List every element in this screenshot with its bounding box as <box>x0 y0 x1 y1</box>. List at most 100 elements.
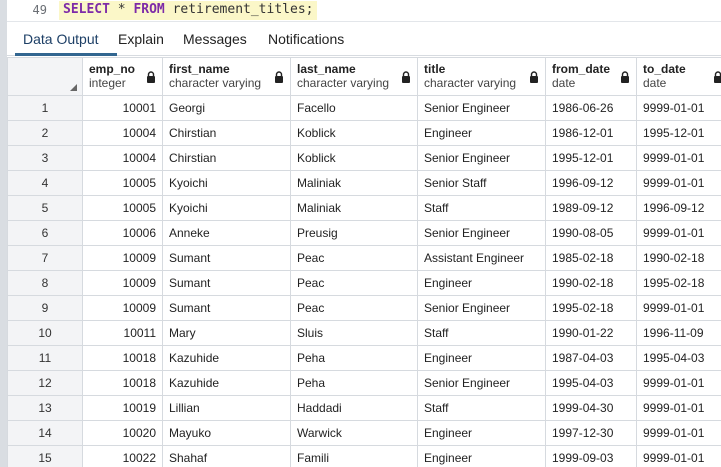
cell-title[interactable]: Senior Engineer <box>417 220 546 246</box>
cell-first-name[interactable]: Chirstian <box>162 120 291 146</box>
cell-first-name[interactable]: Sumant <box>162 295 291 321</box>
row-number[interactable]: 8 <box>7 270 83 296</box>
cell-emp-no[interactable]: 10005 <box>82 170 163 196</box>
table-row[interactable]: 14 10020 Mayuko Warwick Engineer 1997-12-30 99… <box>7 420 721 446</box>
cell-last-name[interactable]: Koblick <box>290 145 418 171</box>
cell-title[interactable]: Senior Engineer <box>417 295 546 321</box>
row-number[interactable]: 11 <box>7 345 83 371</box>
cell-first-name[interactable]: Kyoichi <box>162 195 291 221</box>
cell-from-date[interactable]: 1990-08-05 <box>545 220 637 246</box>
cell-title[interactable]: Engineer <box>417 345 546 371</box>
cell-emp-no[interactable]: 10020 <box>82 420 163 446</box>
cell-title[interactable]: Engineer <box>417 270 546 296</box>
column-header-from-date[interactable]: from_date date <box>545 57 637 96</box>
cell-to-date[interactable]: 1995-02-18 <box>636 270 721 296</box>
column-header-to-date[interactable]: to_date date <box>636 57 721 96</box>
cell-emp-no[interactable]: 10001 <box>82 95 163 121</box>
cell-title[interactable]: Assistant Engineer <box>417 245 546 271</box>
cell-title[interactable]: Engineer <box>417 445 546 467</box>
cell-from-date[interactable]: 1989-09-12 <box>545 195 637 221</box>
cell-last-name[interactable]: Peac <box>290 295 418 321</box>
cell-to-date[interactable]: 1990-02-18 <box>636 245 721 271</box>
row-number[interactable]: 3 <box>7 145 83 171</box>
tab-explain[interactable]: Explain <box>110 31 172 56</box>
cell-last-name[interactable]: Haddadi <box>290 395 418 421</box>
cell-first-name[interactable]: Shahaf <box>162 445 291 467</box>
table-row[interactable]: 7 10009 Sumant Peac Assistant Engineer 1985-0… <box>7 245 721 271</box>
cell-from-date[interactable]: 1985-02-18 <box>545 245 637 271</box>
table-row[interactable]: 4 10005 Kyoichi Maliniak Senior Staff 1996-09… <box>7 170 721 196</box>
cell-emp-no[interactable]: 10009 <box>82 295 163 321</box>
cell-first-name[interactable]: Chirstian <box>162 145 291 171</box>
table-row[interactable]: 1 10001 Georgi Facello Senior Engineer 1986-0… <box>7 95 721 121</box>
cell-to-date[interactable]: 9999-01-01 <box>636 220 721 246</box>
cell-from-date[interactable]: 1996-09-12 <box>545 170 637 196</box>
cell-emp-no[interactable]: 10009 <box>82 245 163 271</box>
table-row[interactable]: 15 10022 Shahaf Famili Engineer 1999-09-03 999… <box>7 445 721 467</box>
cell-title[interactable]: Engineer <box>417 120 546 146</box>
cell-title[interactable]: Engineer <box>417 420 546 446</box>
table-row[interactable]: 8 10009 Sumant Peac Engineer 1990-02-18 1995-0… <box>7 270 721 296</box>
cell-last-name[interactable]: Facello <box>290 95 418 121</box>
table-row[interactable]: 2 10004 Chirstian Koblick Engineer 1986-12-01… <box>7 120 721 146</box>
cell-emp-no[interactable]: 10022 <box>82 445 163 467</box>
cell-last-name[interactable]: Famili <box>290 445 418 467</box>
cell-title[interactable]: Senior Engineer <box>417 95 546 121</box>
tab-messages[interactable]: Messages <box>175 31 255 56</box>
cell-last-name[interactable]: Peac <box>290 270 418 296</box>
cell-from-date[interactable]: 1987-04-03 <box>545 345 637 371</box>
cell-emp-no[interactable]: 10011 <box>82 320 163 346</box>
table-row[interactable]: 5 10005 Kyoichi Maliniak Staff 1989-09-12 1996… <box>7 195 721 221</box>
cell-emp-no[interactable]: 10005 <box>82 195 163 221</box>
cell-to-date[interactable]: 9999-01-01 <box>636 295 721 321</box>
cell-first-name[interactable]: Mary <box>162 320 291 346</box>
cell-title[interactable]: Staff <box>417 320 546 346</box>
cell-to-date[interactable]: 9999-01-01 <box>636 95 721 121</box>
cell-first-name[interactable]: Anneke <box>162 220 291 246</box>
cell-emp-no[interactable]: 10018 <box>82 345 163 371</box>
cell-last-name[interactable]: Preusig <box>290 220 418 246</box>
cell-from-date[interactable]: 1986-06-26 <box>545 95 637 121</box>
table-row[interactable]: 10 10011 Mary Sluis Staff 1990-01-22 1996-11-0… <box>7 320 721 346</box>
row-number[interactable]: 9 <box>7 295 83 321</box>
row-number[interactable]: 1 <box>7 95 83 121</box>
table-row[interactable]: 9 10009 Sumant Peac Senior Engineer 1995-02-1… <box>7 295 721 321</box>
cell-first-name[interactable]: Lillian <box>162 395 291 421</box>
table-row[interactable]: 12 10018 Kazuhide Peha Senior Engineer 1995-0… <box>7 370 721 396</box>
cell-to-date[interactable]: 9999-01-01 <box>636 170 721 196</box>
cell-emp-no[interactable]: 10019 <box>82 395 163 421</box>
cell-title[interactable]: Staff <box>417 395 546 421</box>
cell-last-name[interactable]: Sluis <box>290 320 418 346</box>
cell-first-name[interactable]: Kazuhide <box>162 345 291 371</box>
cell-first-name[interactable]: Kazuhide <box>162 370 291 396</box>
row-number[interactable]: 6 <box>7 220 83 246</box>
row-number[interactable]: 14 <box>7 420 83 446</box>
cell-from-date[interactable]: 1995-02-18 <box>545 295 637 321</box>
column-header-title[interactable]: title character varying <box>417 57 546 96</box>
cell-from-date[interactable]: 1995-12-01 <box>545 145 637 171</box>
cell-title[interactable]: Senior Staff <box>417 170 546 196</box>
tab-notifications[interactable]: Notifications <box>260 31 352 56</box>
cell-from-date[interactable]: 1995-04-03 <box>545 370 637 396</box>
row-number[interactable]: 2 <box>7 120 83 146</box>
cell-last-name[interactable]: Koblick <box>290 120 418 146</box>
row-number[interactable]: 7 <box>7 245 83 271</box>
cell-emp-no[interactable]: 10018 <box>82 370 163 396</box>
column-header-first-name[interactable]: first_name character varying <box>162 57 291 96</box>
sql-statement[interactable]: SELECT * FROM retirement_titles; <box>59 1 318 20</box>
cell-last-name[interactable]: Peac <box>290 245 418 271</box>
cell-from-date[interactable]: 1986-12-01 <box>545 120 637 146</box>
cell-last-name[interactable]: Maliniak <box>290 170 418 196</box>
cell-from-date[interactable]: 1999-09-03 <box>545 445 637 467</box>
cell-first-name[interactable]: Sumant <box>162 270 291 296</box>
column-header-last-name[interactable]: last_name character varying <box>290 57 418 96</box>
cell-to-date[interactable]: 9999-01-01 <box>636 395 721 421</box>
cell-from-date[interactable]: 1999-04-30 <box>545 395 637 421</box>
cell-first-name[interactable]: Mayuko <box>162 420 291 446</box>
cell-emp-no[interactable]: 10004 <box>82 145 163 171</box>
cell-emp-no[interactable]: 10006 <box>82 220 163 246</box>
cell-to-date[interactable]: 1996-11-09 <box>636 320 721 346</box>
cell-from-date[interactable]: 1997-12-30 <box>545 420 637 446</box>
query-editor[interactable]: 49 SELECT * FROM retirement_titles; <box>7 0 721 22</box>
cell-to-date[interactable]: 9999-01-01 <box>636 420 721 446</box>
